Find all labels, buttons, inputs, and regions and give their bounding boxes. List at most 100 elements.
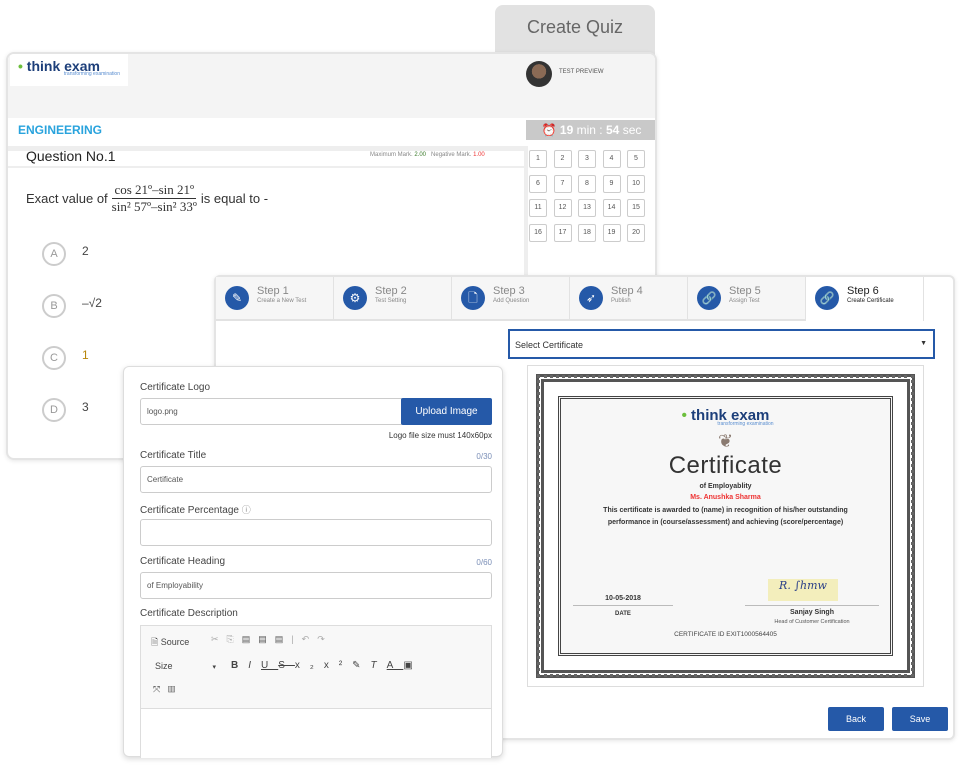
question-number-button[interactable]: 1 [529,150,547,168]
strike-icon[interactable]: S [278,660,295,671]
question-number-button[interactable]: 14 [602,199,621,217]
question-number-button[interactable]: 16 [529,223,547,242]
size-dropdown[interactable]: Size ▾ [155,661,216,671]
step-1-tab[interactable]: ✎ Step 1 Create a New Test [216,277,334,321]
step-subtitle: Add Question [493,298,530,304]
test-preview-label: TEST PREVIEW [559,69,604,75]
upload-image-button[interactable]: Upload Image [401,398,492,425]
question-number-button[interactable]: 2 [553,150,572,168]
step-title: Step 4 [611,285,643,297]
step-title: Step 6 [847,285,879,297]
bg-color-icon[interactable]: ▣ [403,660,422,671]
subscript-icon[interactable]: x₂ [295,660,324,671]
maximize-icon[interactable]: ⤧ [153,684,168,694]
certificate-logo: • think exam transforming examination [561,407,890,427]
question-number-button[interactable]: 19 [602,223,621,242]
select-certificate-value: Select Certificate [515,340,584,350]
bold-icon[interactable]: B [231,660,248,671]
cut-icon[interactable]: ✂ [211,634,227,644]
certificate-heading-input[interactable]: of Employability [140,572,492,599]
certificate-form: Certificate Logo logo.png Upload Image L… [123,366,503,758]
question-number-button[interactable]: 17 [553,223,572,242]
question-number-button[interactable]: 15 [627,199,645,217]
editor-content-area[interactable] [141,708,491,758]
clear-format-icon[interactable]: T [371,660,387,671]
question-number-button[interactable]: 6 [529,174,547,193]
rich-text-editor: 🗎 Source ✂⎘▤▤▤|↶↷ Size ▾ BIUSx₂x²✎TA▣ ⤧▥ [140,625,492,758]
question-number-button[interactable]: 11 [529,199,547,217]
question-number-button[interactable]: 13 [578,199,596,217]
timer-minutes: 19 [559,123,574,137]
percentage-label: Certificate Percentage ⓘ [140,503,251,516]
create-quiz-tab[interactable]: Create Quiz [495,5,655,55]
denominator: sin² 57º–sin² 33º [111,199,197,214]
logo-label: Certificate Logo [140,382,211,393]
underline-icon[interactable]: U [261,660,278,671]
ornament-icon: ❦ [717,431,734,451]
question-number-button[interactable]: 9 [602,174,621,193]
question-number-button[interactable]: 12 [553,199,572,217]
option-a-button[interactable]: A [42,242,66,266]
recipient-name: Ms. Anushka Sharma [690,494,761,501]
avatar[interactable] [526,61,552,87]
info-icon[interactable]: ⓘ [242,505,251,515]
question-title: Question No.1 [26,148,116,164]
question-number-button[interactable]: 5 [627,150,645,168]
option-d-button[interactable]: D [42,398,66,422]
option-c-button[interactable]: C [42,346,66,370]
undo-icon[interactable]: ↶ [302,634,318,644]
step-6-tab[interactable]: 🔗 Step 6 Create Certificate [806,277,924,321]
heading-count: 0/60 [476,558,492,567]
signature-line [745,605,879,606]
paste-icon[interactable]: ▤ [242,634,259,644]
certificate-heading: of Employablity [699,483,752,490]
question-number-button[interactable]: 8 [578,174,596,193]
source-label: Source [160,637,190,647]
question-number-button[interactable]: 18 [578,223,596,242]
step-3-tab[interactable]: 🗋 Step 3 Add Question [452,277,570,321]
logo-file-input[interactable]: logo.png [140,398,402,425]
option-b-button[interactable]: B [42,294,66,318]
link-icon: 🔗 [815,286,839,310]
paste-word-icon[interactable]: ▤ [275,634,292,644]
max-mark-label: Maximum Mark. [370,152,413,158]
certificate-body: • think exam transforming examination ❦ C… [558,396,893,656]
superscript-icon[interactable]: x² [324,660,352,671]
question-number-button[interactable]: 4 [602,150,621,168]
question-number-button[interactable]: 3 [578,150,596,168]
question-number-button[interactable]: 20 [627,223,645,242]
certificate-preview: • think exam transforming examination ❦ C… [527,365,924,687]
link-icon: 🔗 [697,286,721,310]
copy-icon[interactable]: ⎘ [227,634,242,644]
brush-icon[interactable]: ✎ [352,660,370,671]
step-4-tab[interactable]: ➶ Step 4 Publish [570,277,688,321]
step-subtitle: Create a New Test [257,298,307,304]
option-value: 1 [82,348,89,362]
redo-icon[interactable]: ↷ [317,634,333,644]
certificate-title-input[interactable]: Certificate [140,466,492,493]
cert-logo-tagline: transforming examination [717,421,774,427]
show-blocks-icon[interactable]: ▥ [168,684,183,694]
numerator: cos 21º–sin 21º [112,182,197,199]
step-5-tab[interactable]: 🔗 Step 5 Assign Test [688,277,806,321]
step-title: Step 5 [729,285,761,297]
source-button[interactable]: 🗎 Source [151,635,189,651]
back-button[interactable]: Back [828,707,884,731]
alarm-clock-icon: ⏰ [541,123,557,137]
paste-text-icon[interactable]: ▤ [258,634,275,644]
step-title: Step 3 [493,285,525,297]
save-button[interactable]: Save [892,707,948,731]
select-certificate-dropdown[interactable]: Select Certificate ▼ [508,329,935,359]
italic-icon[interactable]: I [248,660,261,671]
max-mark: 2.00 [414,152,427,158]
question-number-button[interactable]: 7 [553,174,572,193]
step-2-tab[interactable]: ⚙ Step 2 Test Setting [334,277,452,321]
certificate-date: 10-05-2018 [573,595,673,606]
title-label: Certificate Title [140,450,207,461]
timer-min-unit: min : [576,123,603,137]
question-number-button[interactable]: 10 [627,174,645,193]
text-color-icon[interactable]: A [387,660,404,671]
fraction: cos 21º–sin 21º sin² 57º–sin² 33º [112,182,197,215]
certificate-percentage-input[interactable] [140,519,492,546]
step-subtitle: Create Certificate [847,298,894,304]
